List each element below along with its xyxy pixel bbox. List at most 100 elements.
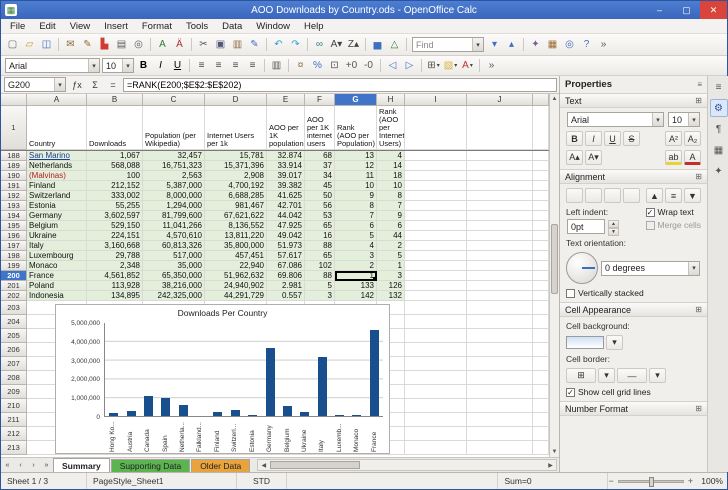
dropdown-icon[interactable]: ▾ [88,59,99,72]
chart-bar-luxemb[interactable] [335,415,345,416]
cell-G202[interactable]: 142 [335,291,377,301]
cell-F190[interactable]: 34 [305,171,335,181]
menu-edit[interactable]: Edit [32,21,62,32]
new-document-icon[interactable]: ▢ [4,36,21,54]
cell-B197[interactable]: 3,160,668 [87,241,143,251]
chart-bar-france[interactable] [369,330,379,416]
toolbar-overflow-icon[interactable]: » [595,36,612,54]
cell-E190[interactable]: 39.017 [267,171,305,181]
menu-view[interactable]: View [63,21,97,32]
menu-file[interactable]: File [3,21,32,32]
column-header-E[interactable]: E [267,94,305,106]
italic-icon[interactable]: I [152,57,169,75]
cell-J202[interactable] [467,291,533,301]
close-button[interactable]: ✕ [700,1,727,19]
cell-J201[interactable] [467,281,533,291]
zoom-slider-thumb[interactable] [648,476,654,487]
cut-icon[interactable]: ✂ [195,36,212,54]
sidebar-font-name-combo[interactable]: Arial ▾ [567,112,664,127]
scroll-up-icon[interactable]: ▲ [550,94,559,104]
hyperlink-icon[interactable]: ∞ [311,36,328,54]
cell-A191[interactable]: Finland [27,181,87,191]
cell-I1[interactable] [405,106,467,150]
cell-D197[interactable]: 35,800,000 [205,241,267,251]
cell-B1[interactable]: Downloads [87,106,143,150]
cell-H195[interactable]: 6 [377,221,405,231]
cell-E193[interactable]: 42.701 [267,201,305,211]
subscript-icon[interactable]: A₂ [684,131,701,146]
cell-G195[interactable]: 6 [335,221,377,231]
cell-F189[interactable]: 37 [305,161,335,171]
align-left-icon[interactable] [566,188,583,203]
cell-I212[interactable] [405,427,467,441]
cell-A198[interactable]: Luxembourg [27,251,87,261]
menu-insert[interactable]: Insert [97,21,135,32]
cell-E192[interactable]: 41.625 [267,191,305,201]
chart-bar-canada[interactable] [143,396,153,416]
cell-I188[interactable] [405,151,467,161]
chart-bar-italy[interactable] [317,357,327,416]
number-standard-icon[interactable]: ⊡ [326,57,343,75]
merge-cells-checkbox[interactable]: Merge cells [645,220,701,230]
cell-C192[interactable]: 8,000,000 [143,191,205,201]
chart-bar-ukraine[interactable] [300,412,310,416]
cell-F191[interactable]: 45 [305,181,335,191]
cell-I207[interactable] [405,357,467,371]
cell-J189[interactable] [467,161,533,171]
strikethrough-icon[interactable]: S [623,131,640,146]
cell-B196[interactable]: 224,151 [87,231,143,241]
cell-E199[interactable]: 67.086 [267,261,305,271]
cell-A192[interactable]: Switzerland [27,191,87,201]
cell-G194[interactable]: 7 [335,211,377,221]
chart-bar-belgium[interactable] [282,406,292,416]
cell-J1[interactable] [467,106,533,150]
cell-B199[interactable]: 2,348 [87,261,143,271]
cell-background-swatch[interactable] [566,336,604,349]
chart-bar-switzerl[interactable] [230,410,240,416]
cell-I202[interactable] [405,291,467,301]
cell-I201[interactable] [405,281,467,291]
chart-bar-spain[interactable] [161,398,171,416]
highlight-color-icon[interactable]: ab [665,150,682,165]
column-header-I[interactable]: I [405,94,467,106]
cell-B194[interactable]: 3,602,597 [87,211,143,221]
cell-H191[interactable]: 10 [377,181,405,191]
cell-J188[interactable] [467,151,533,161]
cell-E198[interactable]: 57.617 [267,251,305,261]
cell-F194[interactable]: 53 [305,211,335,221]
row-header-1[interactable]: 1 [1,106,27,150]
delete-decimal-icon[interactable]: -0 [360,57,377,75]
cell-C198[interactable]: 517,000 [143,251,205,261]
cell-D1[interactable]: Internet Users per 1k [205,106,267,150]
cell-D188[interactable]: 15,781 [205,151,267,161]
cell-B201[interactable]: 113,928 [87,281,143,291]
cell-F197[interactable]: 88 [305,241,335,251]
cell-E194[interactable]: 44.042 [267,211,305,221]
navigator-icon[interactable]: ✦ [527,36,544,54]
cell-F188[interactable]: 68 [305,151,335,161]
page-preview-icon[interactable]: ◎ [130,36,147,54]
vertical-scroll-thumb[interactable] [551,224,558,294]
bold-icon[interactable]: B [566,131,583,146]
cell-A197[interactable]: Italy [27,241,87,251]
cell-G1[interactable]: Rank (AOO per Population) [335,106,377,150]
cell-C1[interactable]: Population (per Wikipedia) [143,106,205,150]
cell-H199[interactable]: 1 [377,261,405,271]
cell-J208[interactable] [467,371,533,385]
align-center-icon[interactable]: ≡ [210,57,227,75]
zoom-slider[interactable] [617,476,684,487]
row-header-196[interactable]: 196 [1,231,27,241]
cell-C196[interactable]: 4,570,610 [143,231,205,241]
cell-C188[interactable]: 32,457 [143,151,205,161]
minimize-button[interactable]: – [646,1,673,19]
auto-spellcheck-icon[interactable]: Ä [171,36,188,54]
cell-H201[interactable]: 126 [377,281,405,291]
cell-A189[interactable]: Netherlands [27,161,87,171]
gallery-icon[interactable]: ▦ [544,36,561,54]
cell-J210[interactable] [467,399,533,413]
cell-I200[interactable] [405,271,467,281]
cell-C197[interactable]: 60,813,326 [143,241,205,251]
scroll-right-icon[interactable]: ▶ [545,460,556,470]
cell-A190[interactable]: (Malvinas) [27,171,87,181]
cell-H194[interactable]: 9 [377,211,405,221]
